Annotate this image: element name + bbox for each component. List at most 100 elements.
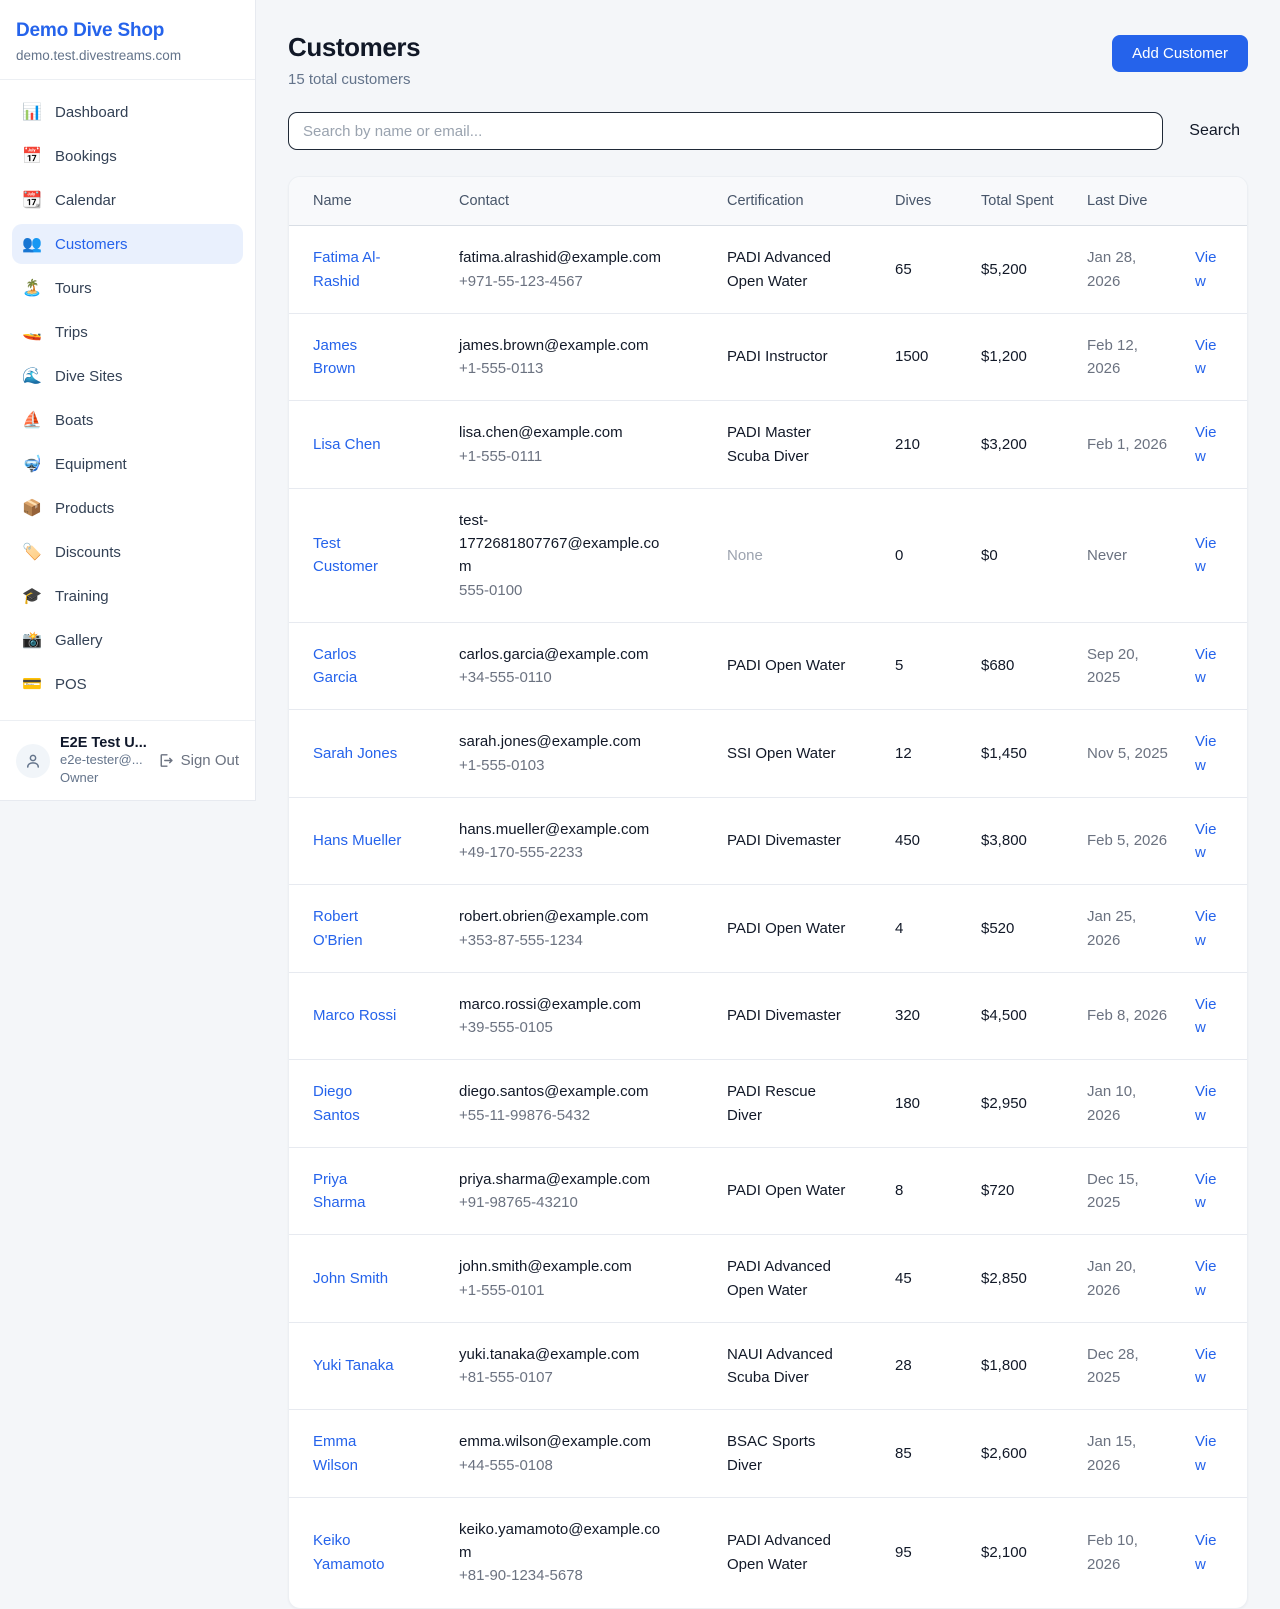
- sidebar-item-dashboard[interactable]: 📊Dashboard: [12, 92, 243, 132]
- customer-name-link[interactable]: Yuki Tanaka: [313, 1357, 394, 1374]
- column-header-last-dive: Last Dive: [1087, 177, 1195, 226]
- customer-certification: PADI Instructor: [727, 313, 895, 401]
- table-row: Diego Santos diego.santos@example.com +5…: [289, 1060, 1247, 1148]
- column-header-dives: Dives: [895, 177, 981, 226]
- customer-last-dive: Feb 8, 2026: [1087, 972, 1195, 1060]
- table-row: Emma Wilson emma.wilson@example.com +44-…: [289, 1410, 1247, 1498]
- sign-out-icon: [157, 752, 174, 769]
- customer-email: yuki.tanaka@example.com: [459, 1343, 667, 1366]
- sidebar-item-pos[interactable]: 💳 POS: [12, 664, 243, 704]
- customer-email: john.smith@example.com: [459, 1255, 667, 1278]
- customer-phone: +49-170-555-2233: [459, 841, 667, 864]
- sidebar-item-training[interactable]: 🎓Training: [12, 576, 243, 616]
- customer-dives: 95: [895, 1497, 981, 1607]
- customer-name-link[interactable]: Keiko Yamamoto: [313, 1532, 384, 1572]
- customer-name-link[interactable]: Test Customer: [313, 535, 378, 575]
- customer-name-link[interactable]: Diego Santos: [313, 1083, 360, 1123]
- customer-total-spent: $2,100: [981, 1497, 1087, 1607]
- customer-dives: 5: [895, 622, 981, 710]
- sidebar-item-label: Trips: [55, 324, 88, 341]
- avatar: [16, 744, 50, 778]
- sign-out-button[interactable]: Sign Out: [157, 752, 239, 769]
- search-button[interactable]: Search: [1189, 122, 1248, 140]
- sidebar-item-label: Products: [55, 500, 114, 517]
- search-input[interactable]: [288, 112, 1163, 150]
- customer-name-link[interactable]: Sarah Jones: [313, 745, 397, 762]
- table-row: John Smith john.smith@example.com +1-555…: [289, 1235, 1247, 1323]
- sidebar-item-customers[interactable]: 👥Customers: [12, 224, 243, 264]
- sidebar-item-products[interactable]: 📦 Products: [12, 488, 243, 528]
- customer-name-link[interactable]: Lisa Chen: [313, 436, 381, 453]
- customer-dives: 65: [895, 226, 981, 314]
- gallery-icon: 📸: [22, 630, 42, 650]
- view-link[interactable]: View: [1195, 733, 1216, 773]
- view-link[interactable]: View: [1195, 908, 1216, 948]
- customer-phone: 555-0100: [459, 579, 667, 602]
- view-link[interactable]: View: [1195, 646, 1216, 686]
- customers-table-card: NameContactCertificationDivesTotal Spent…: [288, 176, 1248, 1609]
- boats-icon: ⛵: [22, 410, 42, 430]
- customer-certification: NAUI Advanced Scuba Diver: [727, 1322, 895, 1410]
- view-link[interactable]: View: [1195, 1083, 1216, 1123]
- customer-total-spent: $1,800: [981, 1322, 1087, 1410]
- customer-dives: 12: [895, 710, 981, 798]
- customer-last-dive: Nov 5, 2025: [1087, 710, 1195, 798]
- view-link[interactable]: View: [1195, 249, 1216, 289]
- sidebar-item-trips[interactable]: 🚤Trips: [12, 312, 243, 352]
- customer-last-dive: Jan 15, 2026: [1087, 1410, 1195, 1498]
- view-link[interactable]: View: [1195, 996, 1216, 1036]
- customer-last-dive: Dec 28, 2025: [1087, 1322, 1195, 1410]
- view-link[interactable]: View: [1195, 1258, 1216, 1298]
- customer-name-link[interactable]: James Brown: [313, 337, 357, 377]
- customer-dives: 450: [895, 797, 981, 885]
- sidebar-item-label: Calendar: [55, 192, 116, 209]
- customer-email: fatima.alrashid@example.com: [459, 246, 667, 269]
- sidebar-item-gallery[interactable]: 📸Gallery: [12, 620, 243, 660]
- view-link[interactable]: View: [1195, 1532, 1216, 1572]
- customer-last-dive: Jan 28, 2026: [1087, 226, 1195, 314]
- sidebar-item-discounts[interactable]: 🏷️Discounts: [12, 532, 243, 572]
- sidebar-item-equipment[interactable]: 🤿Equipment: [12, 444, 243, 484]
- sidebar-item-label: Training: [55, 588, 109, 605]
- customer-certification: SSI Open Water: [727, 710, 895, 798]
- view-link[interactable]: View: [1195, 424, 1216, 464]
- calendar-icon: 📆: [22, 190, 42, 210]
- add-customer-button[interactable]: Add Customer: [1112, 35, 1248, 72]
- customer-total-spent: $0: [981, 488, 1087, 622]
- customer-name-link[interactable]: Robert O'Brien: [313, 908, 363, 948]
- customer-last-dive: Sep 20, 2025: [1087, 622, 1195, 710]
- sidebar-item-boats[interactable]: ⛵Boats: [12, 400, 243, 440]
- customer-dives: 4: [895, 885, 981, 973]
- customer-name-link[interactable]: Emma Wilson: [313, 1433, 358, 1473]
- customer-name-link[interactable]: Marco Rossi: [313, 1007, 396, 1024]
- customer-name-link[interactable]: Carlos Garcia: [313, 646, 357, 686]
- view-link[interactable]: View: [1195, 1433, 1216, 1473]
- view-link[interactable]: View: [1195, 1346, 1216, 1386]
- sidebar-item-tours[interactable]: 🏝️Tours: [12, 268, 243, 308]
- view-link[interactable]: View: [1195, 1171, 1216, 1211]
- user-section: E2E Test U... e2e-tester@... Owner Sign …: [0, 720, 255, 800]
- customer-certification: None: [727, 488, 895, 622]
- pos-icon: 💳: [22, 674, 42, 694]
- customer-name-link[interactable]: John Smith: [313, 1270, 388, 1287]
- sidebar-item-calendar[interactable]: 📆 Calendar: [12, 180, 243, 220]
- customer-last-dive: Jan 20, 2026: [1087, 1235, 1195, 1323]
- customer-phone: +44-555-0108: [459, 1454, 667, 1477]
- customer-last-dive: Never: [1087, 488, 1195, 622]
- discounts-icon: 🏷️: [22, 542, 42, 562]
- customer-last-dive: Jan 10, 2026: [1087, 1060, 1195, 1148]
- view-link[interactable]: View: [1195, 535, 1216, 575]
- view-link[interactable]: View: [1195, 337, 1216, 377]
- customer-name-link[interactable]: Hans Mueller: [313, 832, 401, 849]
- customer-name-link[interactable]: Priya Sharma: [313, 1171, 366, 1211]
- customer-certification: PADI Open Water: [727, 885, 895, 973]
- customer-email: marco.rossi@example.com: [459, 993, 667, 1016]
- sidebar-item-bookings[interactable]: 📅Bookings: [12, 136, 243, 176]
- sidebar-item-label: POS: [55, 676, 87, 693]
- sidebar-item-dive-sites[interactable]: 🌊Dive Sites: [12, 356, 243, 396]
- products-icon: 📦: [22, 498, 42, 518]
- customer-name-link[interactable]: Fatima Al-Rashid: [313, 249, 381, 289]
- view-link[interactable]: View: [1195, 821, 1216, 861]
- customer-phone: +353-87-555-1234: [459, 929, 667, 952]
- search-row: Search: [288, 112, 1248, 150]
